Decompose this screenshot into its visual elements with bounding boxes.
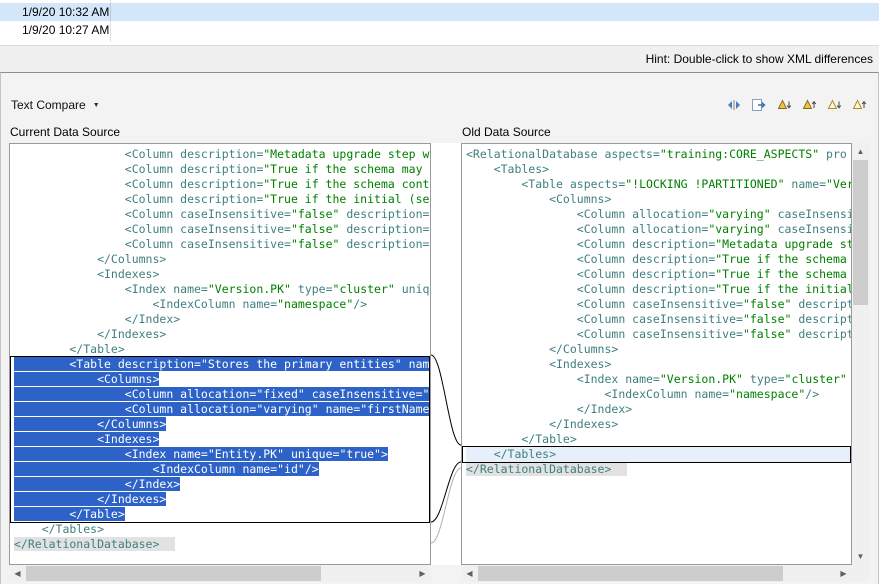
pane-headers: Current Data Source Old Data Source: [1, 121, 878, 143]
code-line[interactable]: <Column caseInsensitive="false" descript…: [14, 222, 430, 237]
code-line[interactable]: <Column allocation="fixed" caseInsensiti…: [14, 387, 430, 402]
code-line[interactable]: <Column description="True if the schema …: [14, 162, 430, 177]
right-pane-title: Old Data Source: [462, 125, 551, 139]
code-line[interactable]: </Table>: [466, 432, 851, 447]
code-line[interactable]: <Column allocation="varying" name="first…: [14, 402, 430, 417]
horizontal-scrollbar-thumb[interactable]: [26, 566, 321, 581]
code-line[interactable]: </Table>: [14, 507, 430, 522]
scrollbar-corner: [852, 565, 869, 582]
code-line[interactable]: <Index name="Entity.PK" unique="true">: [14, 447, 430, 462]
code-line[interactable]: <Column description="True if the initial…: [466, 282, 851, 297]
code-line[interactable]: <Column description="True if the schema …: [466, 252, 851, 267]
right-pane[interactable]: <RelationalDatabase aspects="training:CO…: [461, 143, 852, 565]
left-pane[interactable]: <Column description="Metadata upgrade st…: [9, 143, 431, 565]
code-line[interactable]: <Column caseInsensitive="false" descript…: [466, 312, 851, 327]
code-line[interactable]: <Indexes>: [466, 357, 851, 372]
panes-row: <Column description="Metadata upgrade st…: [1, 143, 878, 565]
code-line[interactable]: </Tables>: [466, 447, 851, 462]
history-row[interactable]: 1/9/20 10:32 AM: [0, 3, 879, 21]
code-line[interactable]: <RelationalDatabase aspects="training:CO…: [466, 147, 851, 162]
code-line[interactable]: <IndexColumn name="namespace"/>: [466, 387, 851, 402]
vertical-scrollbar-thumb[interactable]: [853, 160, 868, 305]
previous-difference-icon[interactable]: [798, 94, 820, 116]
code-line[interactable]: </Index>: [14, 477, 430, 492]
right-code[interactable]: <RelationalDatabase aspects="training:CO…: [462, 144, 851, 477]
code-line[interactable]: </Index>: [14, 312, 430, 327]
code-line[interactable]: <Column caseInsensitive="false" descript…: [14, 207, 430, 222]
code-line[interactable]: <Tables>: [466, 162, 851, 177]
hint-text: Hint: Double-click to show XML differenc…: [646, 52, 873, 66]
code-line[interactable]: </Indexes>: [14, 492, 430, 507]
code-line[interactable]: </RelationalDatabase>: [466, 462, 851, 477]
code-line[interactable]: <Column description="True if the schema …: [14, 177, 430, 192]
scroll-right-arrow[interactable]: ▶: [835, 565, 852, 582]
scroll-left-arrow[interactable]: ◀: [9, 565, 26, 582]
compare-toolbar: Text Compare ▼: [1, 89, 878, 121]
next-change-icon[interactable]: [823, 94, 845, 116]
code-line[interactable]: <Column caseInsensitive="false" descript…: [466, 327, 851, 342]
left-code[interactable]: <Column description="Metadata upgrade st…: [10, 144, 430, 552]
code-line[interactable]: <IndexColumn name="namespace"/>: [14, 297, 430, 312]
horizontal-scrollbars: ◀ ▶ ◀ ▶: [1, 565, 878, 583]
left-pane-title: Current Data Source: [10, 125, 120, 139]
compare-editor: Text Compare ▼: [0, 72, 879, 584]
code-line[interactable]: </RelationalDatabase>: [14, 537, 430, 552]
code-line[interactable]: </Columns>: [14, 252, 430, 267]
code-line[interactable]: </Columns>: [466, 342, 851, 357]
history-row[interactable]: 1/9/20 10:27 AM: [0, 21, 879, 39]
code-line[interactable]: <Column caseInsensitive="false" descript…: [466, 297, 851, 312]
swap-view-icon[interactable]: [723, 94, 745, 116]
code-line[interactable]: <Column description="Metadata upgrade st…: [466, 237, 851, 252]
left-horizontal-scrollbar[interactable]: ◀ ▶: [9, 565, 431, 582]
column-divider: [110, 0, 111, 42]
compare-mode-label: Text Compare: [11, 98, 86, 112]
code-line[interactable]: <Column caseInsensitive="false" descript…: [14, 237, 430, 252]
code-line[interactable]: <Columns>: [466, 192, 851, 207]
scroll-right-arrow[interactable]: ▶: [414, 565, 431, 582]
history-list: 1/9/20 10:32 AM 1/9/20 10:27 AM: [0, 0, 879, 45]
code-line[interactable]: <Table description="Stores the primary e…: [14, 357, 430, 372]
code-line[interactable]: <Column allocation="varying" caseInsensi…: [466, 222, 851, 237]
compare-mode-dropdown[interactable]: Text Compare ▼: [11, 98, 100, 112]
code-line[interactable]: <Index name="Version.PK" type="cluster" …: [14, 282, 430, 297]
code-line[interactable]: </Tables>: [14, 522, 430, 537]
scroll-down-arrow[interactable]: ▼: [852, 548, 869, 565]
code-line[interactable]: <Columns>: [14, 372, 430, 387]
next-difference-icon[interactable]: [773, 94, 795, 116]
toolbar-icons: [723, 94, 870, 116]
code-line[interactable]: </Columns>: [14, 417, 430, 432]
code-line[interactable]: </Index>: [466, 402, 851, 417]
previous-change-icon[interactable]: [848, 94, 870, 116]
right-horizontal-scrollbar[interactable]: ◀ ▶: [461, 565, 852, 582]
diff-connector-lines: [431, 143, 461, 565]
code-line[interactable]: <Index name="Version.PK" type="cluster" …: [466, 372, 851, 387]
code-line[interactable]: <IndexColumn name="id"/>: [14, 462, 430, 477]
code-line[interactable]: <Indexes>: [14, 267, 430, 282]
scroll-left-arrow[interactable]: ◀: [461, 565, 478, 582]
scroll-up-arrow[interactable]: ▲: [852, 143, 869, 160]
code-line[interactable]: <Column description="True if the schema …: [466, 267, 851, 282]
chevron-down-icon: ▼: [93, 102, 100, 109]
code-line[interactable]: <Column description="True if the initial…: [14, 192, 430, 207]
code-line[interactable]: <Column description="Metadata upgrade st…: [14, 147, 430, 162]
code-line[interactable]: <Column allocation="varying" caseInsensi…: [466, 207, 851, 222]
diff-connector-area: [431, 143, 461, 565]
code-line[interactable]: <Indexes>: [14, 432, 430, 447]
horizontal-scrollbar-thumb[interactable]: [478, 566, 783, 581]
code-line[interactable]: </Indexes>: [466, 417, 851, 432]
hint-bar: Hint: Double-click to show XML differenc…: [0, 45, 879, 72]
code-line[interactable]: </Indexes>: [14, 327, 430, 342]
code-line[interactable]: <Table aspects="!LOCKING !PARTITIONED" n…: [466, 177, 851, 192]
copy-all-left-to-right-icon[interactable]: [748, 94, 770, 116]
vertical-scrollbar[interactable]: ▲ ▼: [852, 143, 869, 565]
code-line[interactable]: </Table>: [14, 342, 430, 357]
